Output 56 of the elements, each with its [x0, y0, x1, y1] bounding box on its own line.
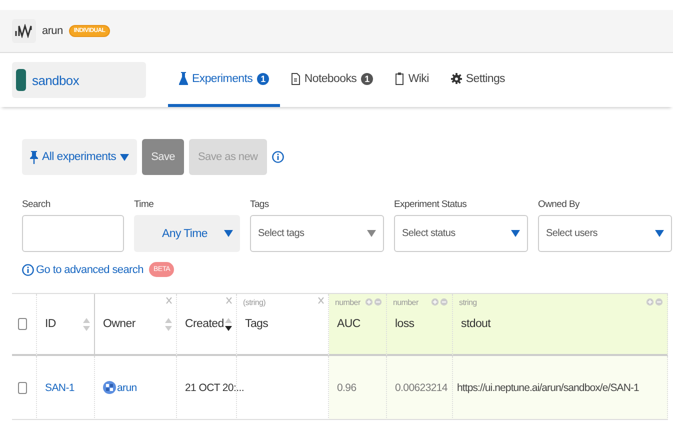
zoom-icons[interactable] [365, 298, 382, 306]
tab[interactable]: Experiments 1 [168, 53, 280, 107]
column-header[interactable]: Created [185, 318, 224, 330]
caret-icon [224, 230, 233, 237]
zoom-icons[interactable] [646, 298, 663, 306]
user-name: arun [42, 25, 63, 37]
table-cell: 0.96 [337, 382, 356, 394]
count-badge: 1 [256, 72, 270, 84]
count-badge: 1 [360, 72, 374, 84]
info-icon [272, 151, 284, 163]
tab[interactable]: Wiki [384, 53, 440, 107]
pin-icon [30, 150, 38, 164]
close-icon[interactable] [226, 297, 232, 304]
owner-name[interactable]: arun [117, 382, 137, 394]
field-label: Owned By [538, 199, 581, 210]
field-label: Time [134, 199, 155, 210]
gear-icon [450, 73, 462, 84]
view-dropdown[interactable]: All experiments [22, 139, 138, 175]
field-label: Search [22, 199, 52, 210]
column-type: number [393, 298, 418, 307]
field-label: Tags [250, 199, 270, 210]
column-type: (string) [243, 298, 266, 307]
sort-icon[interactable] [225, 318, 232, 331]
column-header[interactable]: ID [45, 318, 56, 330]
project-selector[interactable]: sandbox [12, 62, 146, 98]
clipboard-icon [395, 72, 404, 85]
checkbox[interactable] [18, 318, 27, 330]
select-field[interactable]: Select status [394, 215, 528, 252]
tab[interactable]: Settings [440, 53, 516, 107]
table-cell: 21 OCT 20:... [185, 382, 244, 394]
advanced-search-link[interactable]: Go to advanced search [22, 264, 144, 276]
info-icon [22, 264, 34, 276]
table-cell: https://ui.neptune.ai/arun/sandbox/e/SAN-1 [457, 382, 639, 394]
column-type: number [335, 298, 360, 307]
checkbox[interactable] [18, 382, 27, 394]
column-header[interactable]: loss [395, 318, 414, 330]
logo-icon [15, 24, 33, 38]
close-icon[interactable] [166, 297, 172, 304]
search-field[interactable] [22, 215, 124, 252]
select-field[interactable]: Select users [538, 215, 672, 252]
flask-icon [179, 72, 188, 85]
table-cell: 0.00623214 [395, 382, 448, 394]
field-label: Experiment Status [394, 199, 468, 210]
document-icon [291, 72, 300, 84]
close-icon[interactable] [318, 297, 324, 304]
zoom-icons[interactable] [431, 298, 448, 306]
tab[interactable]: Notebooks 1 [280, 53, 384, 107]
caret-icon [120, 154, 130, 160]
experiment-link[interactable]: SAN-1 [45, 382, 74, 394]
column-header[interactable]: stdout [461, 318, 491, 330]
time-select[interactable]: Any Time [134, 215, 240, 252]
column-header[interactable]: Tags [245, 318, 268, 330]
avatar-icon [103, 381, 116, 394]
column-header[interactable]: Owner [103, 318, 136, 330]
column-header[interactable]: AUC [337, 318, 360, 330]
column-type: string [459, 298, 477, 307]
